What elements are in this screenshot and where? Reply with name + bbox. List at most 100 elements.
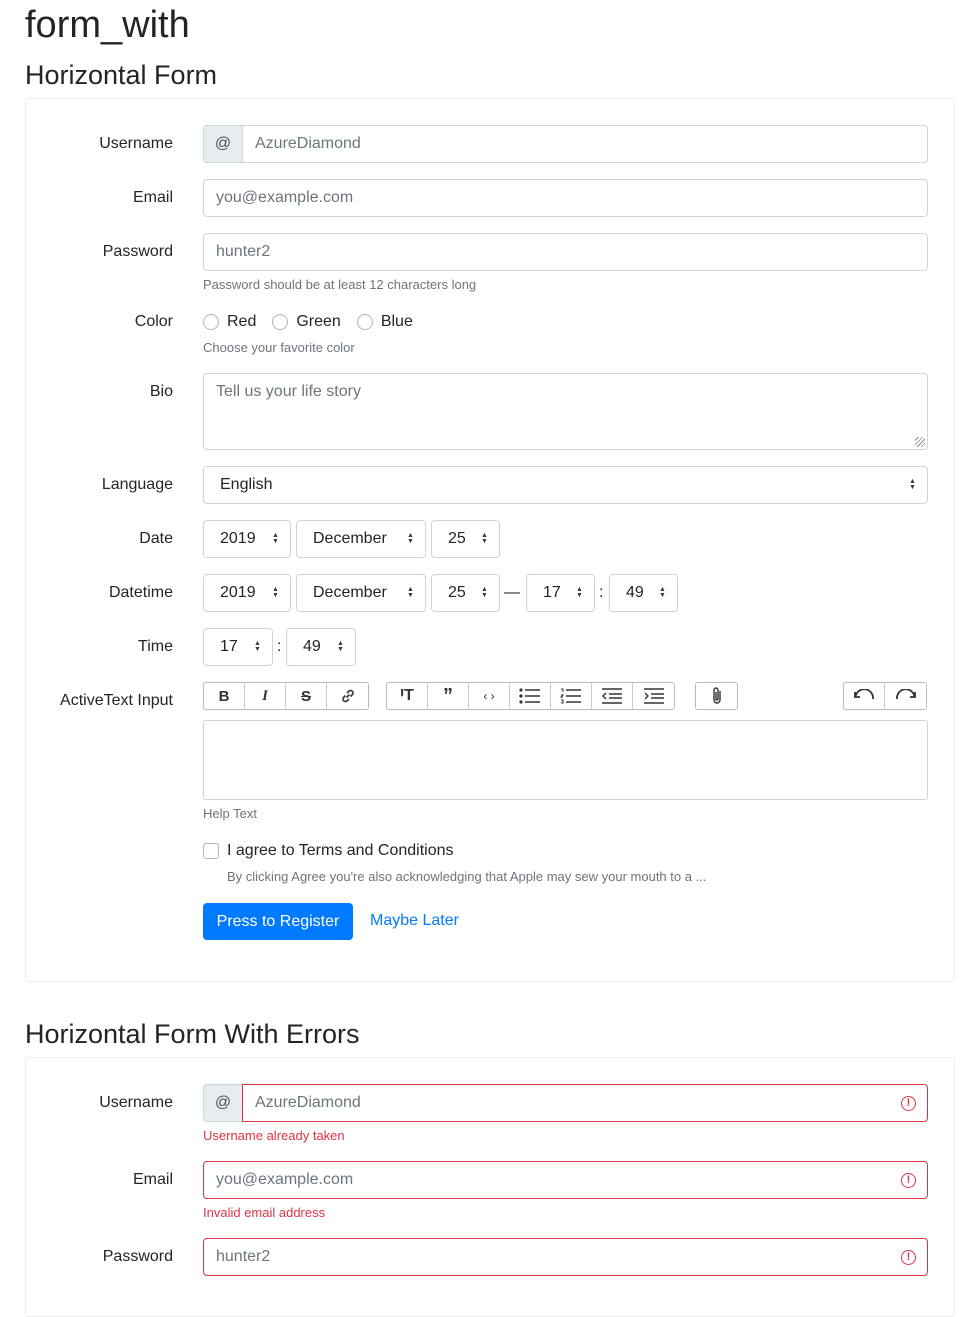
quote-icon[interactable]: ” bbox=[428, 683, 469, 709]
terms-help: By clicking Agree you're also acknowledg… bbox=[227, 869, 707, 884]
language-select[interactable]: English ▲ ▼ bbox=[203, 466, 928, 504]
select-arrows-icon: ▲ ▼ bbox=[407, 586, 414, 599]
terms-checkbox[interactable] bbox=[203, 843, 219, 859]
select-arrows-icon: ▲ ▼ bbox=[337, 640, 344, 653]
code-icon[interactable]: ‹ › bbox=[469, 683, 510, 709]
error-username-prefix: @ bbox=[203, 1084, 243, 1122]
radio-green[interactable] bbox=[272, 314, 289, 330]
language-select-value: English bbox=[220, 476, 273, 493]
heading-icon[interactable]: ꞋT bbox=[387, 683, 428, 709]
error-email-message: Invalid email address bbox=[203, 1205, 326, 1220]
bullet-list-icon[interactable] bbox=[510, 683, 551, 709]
error-username-input[interactable]: AzureDiamond bbox=[242, 1084, 928, 1122]
toolbar-block-tools: ꞋT ” ‹ › bbox=[386, 682, 675, 710]
maybe-later-link[interactable]: Maybe Later bbox=[370, 911, 459, 931]
date-year-value: 2019 bbox=[220, 530, 256, 547]
error-password-label: Password bbox=[102, 1248, 173, 1265]
datetime-month-value: December bbox=[313, 584, 387, 601]
datetime-day-select[interactable]: 25 ▲ ▼ bbox=[431, 574, 500, 612]
undo-icon[interactable] bbox=[844, 683, 885, 709]
radio-red[interactable] bbox=[203, 314, 219, 330]
password-help: Password should be at least 12 character… bbox=[203, 277, 477, 292]
datetime-month-select[interactable]: December ▲ ▼ bbox=[296, 574, 426, 612]
page-title: form_with bbox=[25, 4, 190, 46]
select-arrows-icon: ▲ ▼ bbox=[254, 640, 261, 653]
username-input[interactable]: AzureDiamond bbox=[242, 125, 928, 163]
datetime-hour-value: 17 bbox=[543, 584, 561, 601]
date-label: Date bbox=[139, 530, 173, 547]
bio-label: Bio bbox=[149, 383, 173, 400]
datetime-label: Datetime bbox=[108, 584, 173, 601]
numbered-list-icon[interactable] bbox=[551, 683, 592, 709]
toolbar-file-tools bbox=[695, 682, 738, 710]
section-title-horizontal-form-errors: Horizontal Form With Errors bbox=[25, 1019, 360, 1049]
toolbar-text-tools: B I S bbox=[203, 682, 369, 710]
strikethrough-icon[interactable]: S bbox=[286, 683, 327, 709]
select-arrows-icon: ▲ ▼ bbox=[576, 586, 583, 599]
select-arrows-icon: ▲ ▼ bbox=[481, 586, 488, 599]
time-minute-select[interactable]: 49 ▲ ▼ bbox=[286, 628, 356, 666]
username-prefix: @ bbox=[203, 125, 243, 163]
datetime-day-value: 25 bbox=[448, 584, 466, 601]
error-username-message: Username already taken bbox=[203, 1128, 345, 1143]
time-hour-value: 17 bbox=[220, 638, 238, 655]
section-title-horizontal-form: Horizontal Form bbox=[25, 60, 218, 90]
register-button[interactable]: Press to Register bbox=[203, 903, 353, 940]
activetext-help: Help Text bbox=[203, 806, 257, 821]
error-alert-icon: ! bbox=[901, 1250, 916, 1265]
toolbar-history-tools bbox=[843, 682, 927, 710]
color-radio-group: Red Green Blue bbox=[203, 312, 429, 332]
error-password-input[interactable]: hunter2 bbox=[203, 1238, 928, 1276]
error-username-label: Username bbox=[99, 1094, 173, 1111]
radio-blue-label: Blue bbox=[380, 313, 413, 330]
color-help: Choose your favorite color bbox=[203, 340, 355, 355]
language-label: Language bbox=[101, 476, 173, 493]
time-colon: : bbox=[277, 638, 282, 655]
email-label: Email bbox=[132, 189, 173, 206]
select-arrows-icon: ▲ ▼ bbox=[481, 532, 488, 545]
select-arrows-icon: ▲ ▼ bbox=[407, 532, 414, 545]
error-alert-icon: ! bbox=[901, 1173, 916, 1188]
terms-label[interactable]: I agree to Terms and Conditions bbox=[227, 841, 454, 861]
password-label: Password bbox=[102, 243, 173, 260]
select-arrows-icon: ▲ ▼ bbox=[659, 586, 666, 599]
select-arrows-icon: ▲ ▼ bbox=[272, 532, 279, 545]
date-month-value: December bbox=[313, 530, 387, 547]
radio-red-label: Red bbox=[227, 313, 257, 330]
error-email-label: Email bbox=[132, 1171, 173, 1188]
date-year-select[interactable]: 2019 ▲ ▼ bbox=[203, 520, 291, 558]
bold-icon[interactable]: B bbox=[204, 683, 245, 709]
activetext-editor[interactable] bbox=[203, 720, 928, 800]
resize-grip-icon[interactable] bbox=[915, 437, 925, 447]
attach-icon[interactable] bbox=[696, 683, 737, 709]
italic-icon[interactable]: I bbox=[245, 683, 286, 709]
email-input[interactable]: you@example.com bbox=[203, 179, 928, 217]
date-month-select[interactable]: December ▲ ▼ bbox=[296, 520, 426, 558]
indent-icon[interactable] bbox=[633, 683, 674, 709]
redo-icon[interactable] bbox=[885, 683, 926, 709]
date-day-select[interactable]: 25 ▲ ▼ bbox=[431, 520, 500, 558]
time-hour-select[interactable]: 17 ▲ ▼ bbox=[203, 628, 273, 666]
datetime-hour-select[interactable]: 17 ▲ ▼ bbox=[526, 574, 595, 612]
outdent-icon[interactable] bbox=[592, 683, 633, 709]
datetime-colon: : bbox=[599, 584, 604, 601]
password-input[interactable]: hunter2 bbox=[203, 233, 928, 271]
datetime-year-select[interactable]: 2019 ▲ ▼ bbox=[203, 574, 291, 612]
datetime-year-value: 2019 bbox=[220, 584, 256, 601]
time-label: Time bbox=[138, 638, 173, 655]
radio-green-label: Green bbox=[296, 313, 341, 330]
link-icon[interactable] bbox=[327, 683, 368, 709]
time-minute-value: 49 bbox=[303, 638, 321, 655]
activetext-label: ActiveText Input bbox=[60, 692, 173, 709]
select-arrows-icon: ▲ ▼ bbox=[909, 478, 916, 491]
color-label: Color bbox=[134, 313, 173, 330]
datetime-minute-select[interactable]: 49 ▲ ▼ bbox=[609, 574, 678, 612]
username-label: Username bbox=[99, 135, 173, 152]
bio-textarea[interactable]: Tell us your life story bbox=[203, 373, 928, 450]
datetime-minute-value: 49 bbox=[626, 584, 644, 601]
radio-blue[interactable] bbox=[356, 314, 373, 330]
datetime-dash: — bbox=[504, 584, 520, 601]
bio-placeholder: Tell us your life story bbox=[216, 383, 361, 400]
error-email-input[interactable]: you@example.com bbox=[203, 1161, 928, 1199]
error-alert-icon: ! bbox=[901, 1096, 916, 1111]
